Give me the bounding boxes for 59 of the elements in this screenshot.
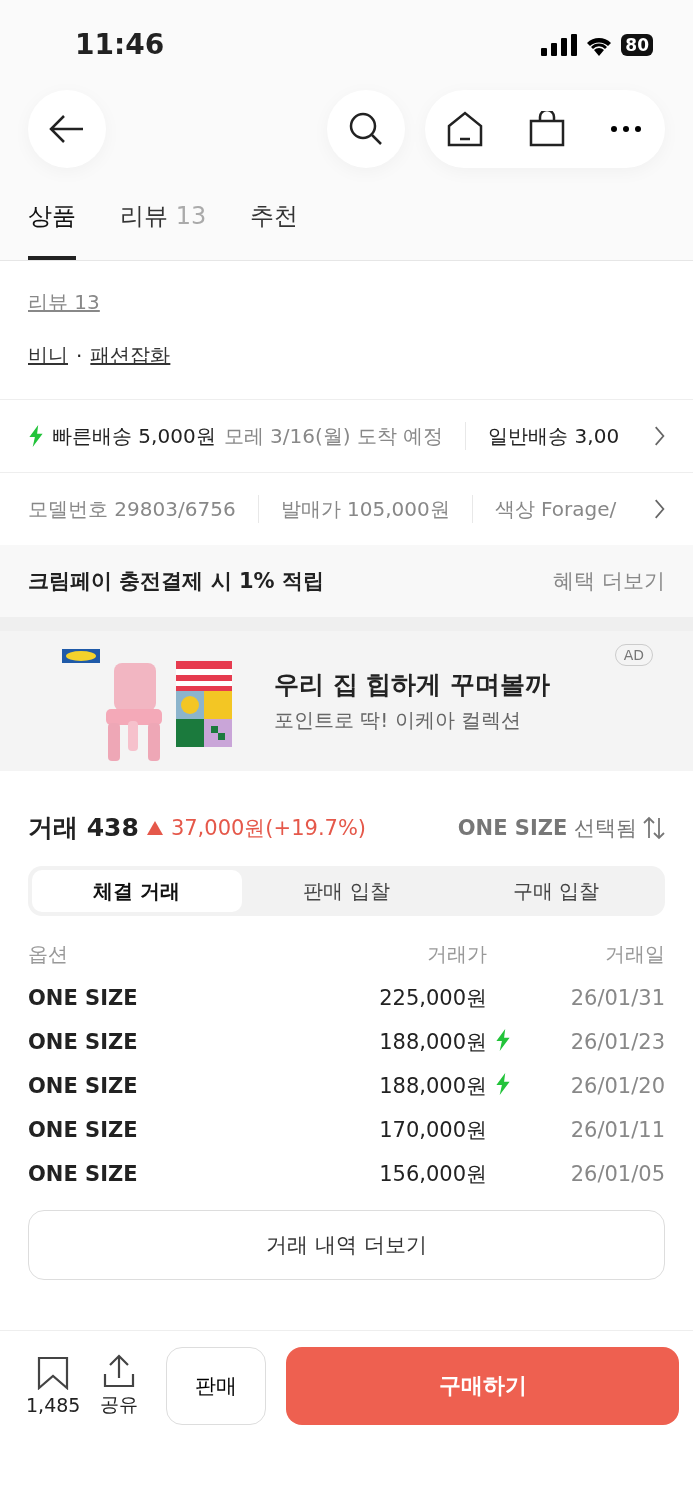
segment-tab[interactable]: 구매 입찰	[451, 870, 661, 912]
signal-icon	[541, 34, 578, 56]
sell-button[interactable]: 판매	[166, 1347, 267, 1425]
trade-count: 거래 438	[28, 812, 139, 844]
table-cell-text: 26/01/23	[569, 1029, 665, 1056]
table-cell-text: ONE SIZE	[28, 1073, 139, 1100]
bookmark-button[interactable]: 1,485	[26, 1356, 81, 1416]
status-time: 11:46	[75, 27, 165, 61]
tab[interactable]: 리뷰 13	[120, 199, 207, 260]
spec-item: 발매가 105,000원	[280, 495, 450, 523]
category-link[interactable]: 패션잡화	[90, 342, 171, 369]
spec-item: 색상 Forage/	[494, 495, 617, 523]
share-button[interactable]: 공유	[100, 1354, 139, 1418]
review-link[interactable]: 리뷰 13	[28, 290, 100, 314]
delivery-note: 모레 3/16(월) 도착 예정	[223, 422, 444, 450]
category-link[interactable]: 비니	[28, 342, 68, 369]
home-icon[interactable]	[447, 111, 483, 147]
search-icon[interactable]	[348, 111, 384, 147]
battery-level: 80	[621, 34, 653, 56]
table-cell-text: ONE SIZE	[28, 1029, 139, 1056]
up-triangle-icon	[146, 820, 163, 835]
table-cell-text: 156,000원	[378, 1161, 487, 1188]
delivery-option: 빠른배송 5,000원	[52, 422, 216, 450]
price-change: 37,000원(+19.7%)	[170, 814, 367, 842]
chevron-right-icon[interactable]	[653, 425, 665, 447]
size-selector[interactable]: ONE SIZE 선택됨	[457, 813, 637, 842]
table-cell-text: ONE SIZE	[28, 1117, 139, 1144]
table-cell-text: 188,000원	[378, 1073, 487, 1100]
table-cell-text: 188,000원	[378, 1029, 487, 1056]
benefit-text: 크림페이 충전결제 시 1% 적립	[28, 568, 324, 595]
table-cell-text: 26/01/31	[569, 985, 665, 1012]
more-icon[interactable]	[611, 126, 641, 132]
ad-subtitle: 포인트로 딱! 이케아 컬렉션	[274, 707, 523, 734]
table-cell-text: 170,000원	[378, 1117, 487, 1144]
ad-title: 우리 집 힙하게 꾸며볼까	[274, 669, 551, 701]
tab[interactable]: 상품	[28, 199, 76, 260]
back-arrow-icon[interactable]	[49, 114, 85, 144]
table-cell-text: 26/01/20	[569, 1073, 665, 1100]
spec-item: 모델번호 29803/6756	[28, 495, 236, 523]
segment-tab[interactable]: 판매 입찰	[241, 870, 452, 912]
more-trades-button[interactable]: 거래 내역 더보기	[28, 1210, 665, 1280]
shopping-bag-icon[interactable]	[529, 111, 565, 147]
table-cell-text: 225,000원	[378, 985, 487, 1012]
sort-icon[interactable]	[643, 815, 665, 840]
lightning-icon	[28, 425, 44, 447]
column-header: 거래가	[426, 940, 487, 968]
column-header: 거래일	[604, 940, 665, 968]
table-cell-text: 26/01/11	[569, 1117, 665, 1144]
segment-tab[interactable]: 체결 거래	[32, 870, 242, 912]
share-icon[interactable]	[102, 1354, 137, 1388]
delivery-option: 일반배송 3,00	[488, 422, 620, 450]
bookmark-icon[interactable]	[37, 1356, 70, 1390]
tab[interactable]: 추천	[250, 199, 299, 260]
table-cell-text: ONE SIZE	[28, 1161, 139, 1188]
chevron-right-icon[interactable]	[653, 498, 665, 520]
table-cell-text: ONE SIZE	[28, 985, 139, 1012]
column-header: 옵션	[28, 940, 69, 968]
table-cell-text: 26/01/05	[569, 1161, 665, 1188]
separator-dot: ·	[76, 343, 83, 368]
